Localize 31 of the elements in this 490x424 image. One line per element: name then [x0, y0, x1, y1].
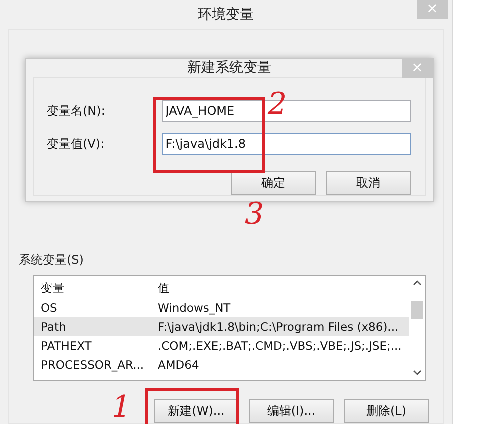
- handwritten-number: 1: [112, 393, 132, 423]
- scrollbar-thumb[interactable]: [411, 301, 423, 319]
- list-row[interactable]: OS Windows_NT: [34, 298, 409, 317]
- list-row[interactable]: PATHEXT .COM;.EXE;.BAT;.CMD;.VBS;.VBE;.JS;.JSE;...: [34, 336, 409, 355]
- dialog-button[interactable]: 取消: [326, 171, 411, 195]
- action-button[interactable]: 删除(L): [344, 399, 429, 423]
- group-label: 系统变量(S): [19, 252, 85, 269]
- variable-name: PROCESSOR_AR...: [40, 358, 146, 372]
- field-label: 变量名(N):: [47, 102, 106, 120]
- field-label: 变量值(V):: [47, 136, 106, 152]
- list-row[interactable]: Path F:\java\jdk1.8\bin;C:\Program Files (x86)...: [34, 317, 409, 336]
- variable-name: Path: [40, 320, 68, 334]
- handwritten-number: 3: [245, 200, 264, 230]
- column-header[interactable]: 变量: [34, 281, 151, 296]
- action-button[interactable]: 新建(W)...: [154, 399, 239, 423]
- dialog-button[interactable]: 确定: [231, 171, 316, 195]
- variable-value: Windows_NT: [157, 300, 231, 314]
- column-header[interactable]: 值: [151, 281, 170, 296]
- variable-value: .COM;.EXE;.BAT;.CMD;.VBS;.VBE;.JS;.JSE;...: [157, 338, 402, 352]
- variable-value: F:\java\jdk1.8\bin;C:\Program Files (x86)...: [157, 320, 399, 334]
- variable-name: OS: [40, 300, 58, 314]
- window-title: 环境变量: [198, 6, 254, 24]
- action-button[interactable]: 编辑(I)...: [249, 399, 334, 423]
- dialog-title: 新建系统变量: [188, 59, 272, 77]
- variable-list[interactable]: 变量 值 OS Windows_NT Path F:\java\jdk1.8\bin;C:\Program Files (x86)... PATHEXT .COM;.EXE;.BAT;.CMD;.VBS;.VBE;.JS;.JSE;... PROCESSOR_AR... AMD64: [33, 275, 426, 381]
- list-row[interactable]: PROCESSOR_AR... AMD64: [34, 355, 409, 374]
- variable-name: PATHEXT: [40, 338, 93, 352]
- scroll-down-icon[interactable]: [412, 370, 422, 376]
- input-field[interactable]: F:\java\jdk1.8: [162, 133, 411, 155]
- scroll-up-icon[interactable]: [412, 280, 422, 286]
- variable-value: AMD64: [157, 358, 200, 372]
